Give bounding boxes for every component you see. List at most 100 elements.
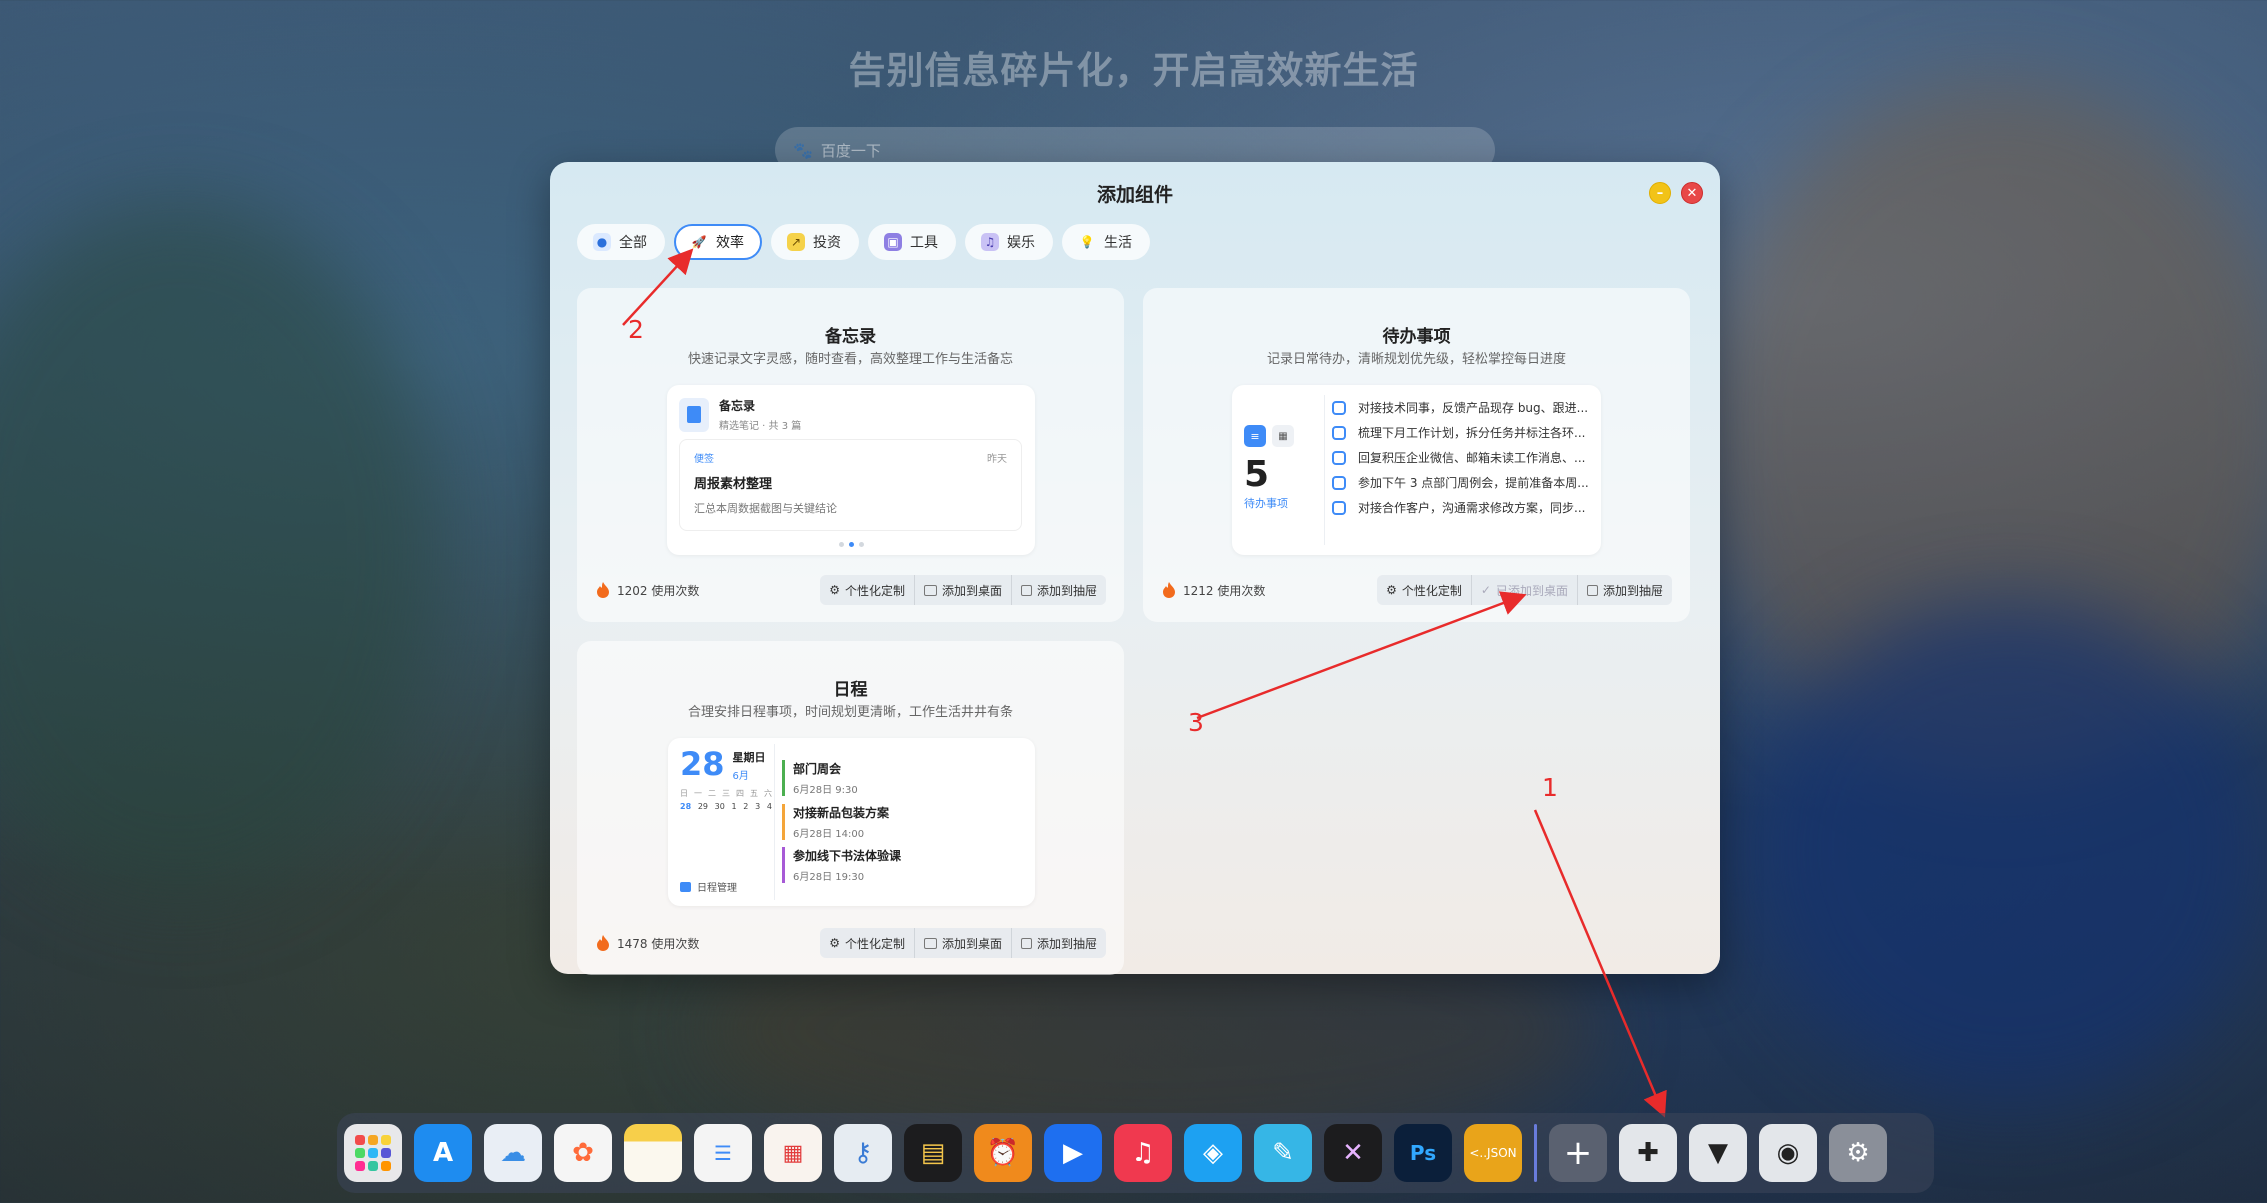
checkbox-icon[interactable]: [1332, 450, 1346, 465]
event-title: 对接新品包装方案: [793, 806, 890, 820]
schedule-event[interactable]: 部门周会 6月28日 9:30: [782, 760, 858, 796]
minimize-button[interactable]: –: [1649, 182, 1671, 204]
card-title: 日程: [833, 680, 868, 700]
keychain-icon[interactable]: ⚷: [834, 1124, 892, 1182]
check-icon: ✓: [1480, 583, 1491, 597]
todo-list: 对接技术同事，反馈产品现存 bug、跟进... 梳理下月工作计划，拆分任务并标注…: [1332, 395, 1590, 520]
play-icon[interactable]: ▶: [1044, 1124, 1102, 1182]
sliders-icon: ⚙: [829, 583, 840, 597]
checkbox-icon[interactable]: [1332, 425, 1346, 440]
week-day[interactable]: 1: [732, 802, 737, 811]
schedule-month: 6月: [732, 771, 749, 782]
usage-text: 1212 使用次数: [1183, 583, 1266, 598]
tab-all[interactable]: ● 全部: [577, 224, 665, 260]
schedule-event[interactable]: 参加线下书法体验课 6月28日 19:30: [782, 847, 901, 883]
action-label: 添加到桌面: [941, 583, 1002, 598]
add-widget-dialog: 添加组件 – ✕ ● 全部 🚀 效率 ↗ 投资 ▣ 工具 ♫ 娱乐 💡 生活 备…: [550, 162, 1720, 975]
week-head: 三: [722, 789, 730, 798]
notes-icon[interactable]: [624, 1124, 682, 1182]
checkbox-icon[interactable]: [1332, 475, 1346, 490]
card-subtitle: 快速记录文字灵感，随时查看，高效整理工作与生活备忘: [687, 352, 1013, 367]
todo-item[interactable]: 对接技术同事，反馈产品现存 bug、跟进...: [1332, 395, 1590, 420]
todo-count-label: 待办事项: [1244, 497, 1288, 510]
memo-preview: 备忘录 精选笔记 · 共 3 篇 便签 昨天 周报素材整理 汇总本周数据截图与关…: [667, 385, 1035, 555]
note-desc: 汇总本周数据截图与关键结论: [694, 502, 837, 515]
note-date: 昨天: [987, 454, 1007, 465]
vscode-icon[interactable]: ✕: [1324, 1124, 1382, 1182]
add-icon[interactable]: +: [1549, 1124, 1607, 1182]
customize-button[interactable]: ⚙ 个性化定制: [820, 575, 915, 605]
todo-item[interactable]: 梳理下月工作计划，拆分任务并标注各环...: [1332, 420, 1590, 445]
checkbox-icon[interactable]: [1332, 400, 1346, 415]
reminders-icon[interactable]: ☰: [694, 1124, 752, 1182]
card-actions: ⚙ 个性化定制 ✓ 已添加到桌面 添加到抽屉: [1377, 575, 1672, 605]
note-tag: 便签: [694, 454, 714, 465]
camera-icon[interactable]: ◉: [1759, 1124, 1817, 1182]
puzzle-icon[interactable]: ✚: [1619, 1124, 1677, 1182]
usage-text: 1202 使用次数: [617, 583, 700, 598]
week-day[interactable]: 3: [755, 802, 760, 811]
schedule-preview: 28 星期日 6月 日一二三四五六 28 29 30 1234 日程管理: [668, 738, 1035, 906]
tab-entertainment[interactable]: ♫ 娱乐: [965, 224, 1053, 260]
tab-invest[interactable]: ↗ 投资: [771, 224, 859, 260]
add-to-desktop-button[interactable]: 添加到桌面: [915, 575, 1012, 605]
pen-icon[interactable]: ✎: [1254, 1124, 1312, 1182]
music-icon[interactable]: ♫: [1114, 1124, 1172, 1182]
safari-icon[interactable]: ◈: [1184, 1124, 1242, 1182]
close-icon: ✕: [1686, 185, 1698, 201]
sliders-icon: ⚙: [1386, 583, 1397, 597]
checkbox-icon[interactable]: [1332, 500, 1346, 515]
settings-icon[interactable]: ⚙: [1829, 1124, 1887, 1182]
action-label: 个性化定制: [844, 583, 905, 598]
calendar-icon[interactable]: ▦: [764, 1124, 822, 1182]
action-label: 已添加到桌面: [1495, 583, 1568, 598]
wallpaper-shape: [1750, 600, 2267, 1100]
todo-item[interactable]: 对接合作客户，沟通需求修改方案，同步...: [1332, 495, 1590, 520]
grid-view-icon[interactable]: ▦: [1272, 425, 1294, 447]
schedule-widget-card: 日程 合理安排日程事项，时间规划更清晰，工作生活井井有条 28 星期日 6月 日…: [577, 641, 1124, 975]
json-icon[interactable]: <..JSON: [1464, 1124, 1522, 1182]
wallpaper-shape: [0, 200, 440, 900]
todo-item[interactable]: 回复积压企业微信、邮箱未读工作消息、...: [1332, 445, 1590, 470]
close-button[interactable]: ✕: [1681, 182, 1703, 204]
week-day[interactable]: 29: [698, 802, 708, 811]
add-to-drawer-button[interactable]: 添加到抽屉: [1012, 575, 1106, 605]
tab-tools[interactable]: ▣ 工具: [868, 224, 956, 260]
wallet-icon[interactable]: ▤: [904, 1124, 962, 1182]
add-to-drawer-button[interactable]: 添加到抽屉: [1012, 928, 1106, 958]
week-day[interactable]: 4: [767, 802, 772, 811]
add-to-desktop-button[interactable]: 添加到桌面: [915, 928, 1012, 958]
tab-label: 娱乐: [1007, 235, 1035, 251]
schedule-footer: 日程管理: [680, 879, 737, 894]
tab-label: 生活: [1104, 235, 1132, 251]
photoshop-icon[interactable]: Ps: [1394, 1124, 1452, 1182]
todo-item[interactable]: 参加下午 3 点部门周例会，提前准备本周...: [1332, 470, 1590, 495]
card-actions: ⚙ 个性化定制 添加到桌面 添加到抽屉: [820, 928, 1106, 958]
photos-icon[interactable]: ✿: [554, 1124, 612, 1182]
dialog-title: 添加组件: [1096, 184, 1173, 206]
added-to-desktop-button[interactable]: ✓ 已添加到桌面: [1472, 575, 1578, 605]
icloud-icon[interactable]: ☁: [484, 1124, 542, 1182]
todo-text: 对接技术同事，反馈产品现存 bug、跟进...: [1358, 401, 1589, 415]
tab-life[interactable]: 💡 生活: [1062, 224, 1150, 260]
schedule-event[interactable]: 对接新品包装方案 6月28日 14:00: [782, 804, 889, 840]
launchpad-icon[interactable]: [344, 1124, 402, 1182]
usage-count: 1478 使用次数: [595, 934, 699, 952]
schedule-day: 28: [680, 745, 725, 783]
tab-efficiency[interactable]: 🚀 效率: [674, 224, 762, 260]
week-day[interactable]: 30: [715, 802, 725, 811]
hero-search-placeholder: 百度一下: [820, 141, 881, 160]
dock-separator: [1534, 1124, 1537, 1182]
clock-icon[interactable]: ⏰: [974, 1124, 1032, 1182]
globe-icon: ●: [593, 233, 611, 251]
week-day[interactable]: 2: [743, 802, 748, 811]
brush-icon[interactable]: ▼: [1689, 1124, 1747, 1182]
customize-button[interactable]: ⚙ 个性化定制: [1377, 575, 1472, 605]
app-store-icon[interactable]: A: [414, 1124, 472, 1182]
add-to-drawer-button[interactable]: 添加到抽屉: [1578, 575, 1672, 605]
list-view-icon[interactable]: ≡: [1244, 425, 1266, 447]
usage-count: 1212 使用次数: [1161, 581, 1265, 599]
week-head: 四: [736, 789, 744, 798]
week-day[interactable]: 28: [680, 802, 691, 811]
customize-button[interactable]: ⚙ 个性化定制: [820, 928, 915, 958]
